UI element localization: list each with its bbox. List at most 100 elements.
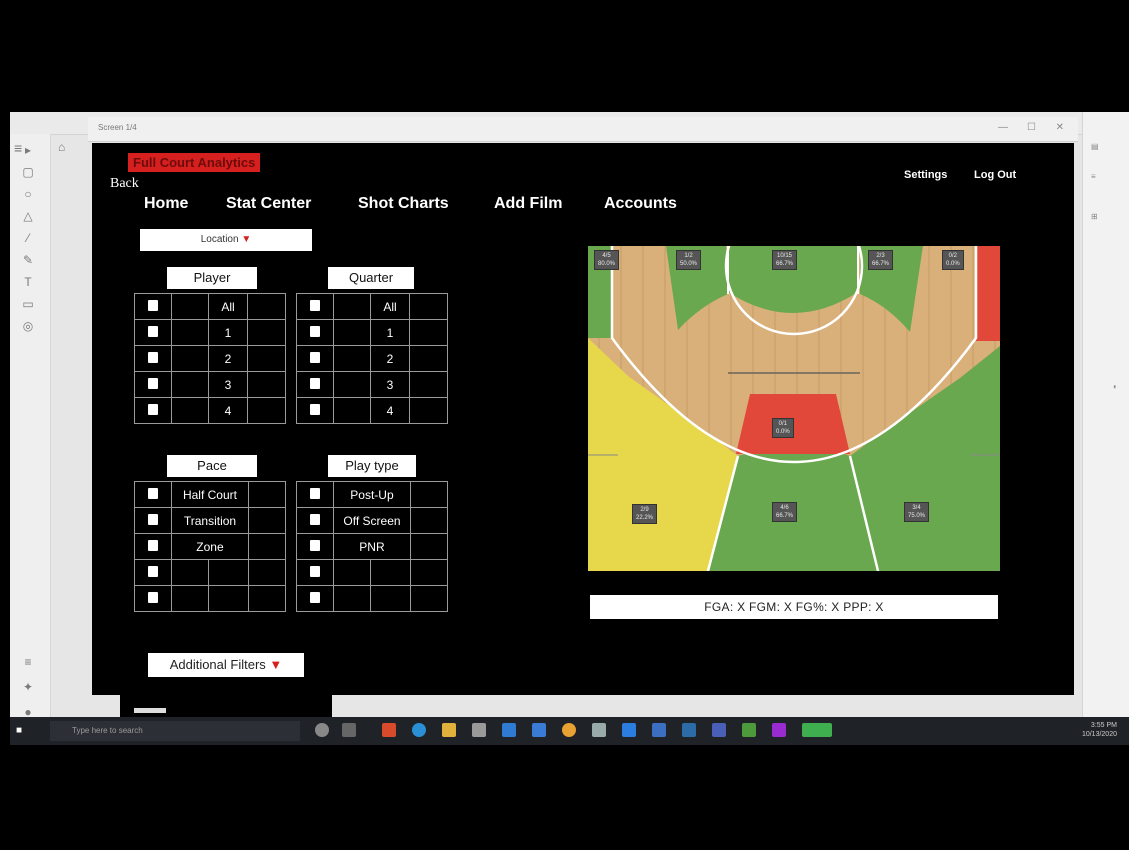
playtype-checkbox-post-up[interactable] — [310, 487, 321, 499]
windows-start-icon[interactable]: ■ — [16, 725, 28, 737]
quarter-checkbox-2[interactable] — [310, 351, 320, 363]
pointer-icon[interactable]: ▸ — [20, 142, 36, 158]
additional-filters-dropdown[interactable]: Additional Filters ▼ — [148, 653, 304, 677]
zone-label: 0/1 0.0% — [772, 418, 794, 438]
zone-label: 1/2 50.0% — [676, 250, 702, 270]
pace-filter-table: Half Court Transition Zone — [133, 481, 287, 612]
app-icon[interactable] — [742, 723, 756, 737]
pace-checkbox-empty-4[interactable] — [148, 565, 159, 577]
layers-icon[interactable]: ≡ — [20, 654, 36, 670]
edge-icon[interactable] — [412, 723, 426, 737]
explorer-icon[interactable] — [442, 723, 456, 737]
preview-handle[interactable] — [134, 708, 166, 713]
playtype-filter-table: Post-Up Off Screen PNR — [295, 481, 449, 612]
pace-checkbox-zone[interactable] — [148, 539, 159, 551]
triangle-icon[interactable]: △ — [20, 208, 36, 224]
back-link[interactable]: Back — [110, 176, 139, 192]
logout-link[interactable]: Log Out — [974, 169, 1016, 181]
player-checkbox-all[interactable] — [148, 299, 158, 311]
playtype-checkbox-pnr[interactable] — [310, 539, 321, 551]
system-tray-clock[interactable]: 3:55 PM 10/13/2020 — [1082, 721, 1117, 739]
table-row: Zone — [133, 533, 287, 560]
zone-label: 4/6 66.7% — [772, 502, 798, 522]
zone-made: 10/15 — [777, 253, 793, 259]
zone-made: 4/6 — [780, 505, 789, 511]
court-zone — [976, 246, 1000, 341]
zone-made: 4/5 — [602, 253, 611, 259]
taskview-icon[interactable] — [342, 723, 356, 737]
chrome-icon[interactable] — [562, 723, 576, 737]
zone-pct: 0.0% — [776, 429, 790, 435]
line-icon[interactable]: ⁄ — [20, 230, 36, 246]
app-icon[interactable] — [382, 723, 396, 737]
xd-icon[interactable] — [772, 723, 786, 737]
zoom-icon[interactable]: ◎ — [20, 318, 36, 334]
app-icon[interactable] — [682, 723, 696, 737]
pace-checkbox-transition[interactable] — [148, 513, 159, 525]
zone-label: 2/3 66.7% — [868, 250, 894, 270]
table-row: Half Court — [133, 481, 287, 508]
home-icon[interactable]: ⌂ — [58, 140, 65, 154]
quarter-checkbox-1[interactable] — [310, 325, 320, 337]
taskbar-search[interactable]: Type here to search — [50, 721, 300, 741]
nav-shot-charts[interactable]: Shot Charts — [358, 195, 449, 213]
settings-link[interactable]: Settings — [904, 169, 947, 181]
table-row — [133, 559, 287, 586]
location-dropdown[interactable]: Location ▼ — [140, 229, 312, 251]
playtype-option: Post-Up — [333, 481, 411, 508]
nav-add-film[interactable]: Add Film — [494, 195, 562, 213]
zone-pct: 0.0% — [946, 261, 960, 267]
player-checkbox-4[interactable] — [148, 403, 158, 415]
battery-icon[interactable] — [802, 723, 832, 737]
brand-logo[interactable]: Full Court Analytics — [128, 153, 261, 172]
player-checkbox-1[interactable] — [148, 325, 158, 337]
playtype-checkbox-empty-5[interactable] — [310, 591, 321, 603]
player-checkbox-3[interactable] — [148, 377, 158, 389]
menu-icon[interactable]: ≡ — [14, 140, 22, 156]
zone-pct: 22.2% — [636, 515, 654, 521]
plugin-icon[interactable]: ✦ — [20, 679, 36, 695]
nav-accounts[interactable]: Accounts — [604, 195, 677, 213]
pace-checkbox-half-court[interactable] — [148, 487, 159, 499]
zone-pct: 75.0% — [908, 513, 926, 519]
table-row: 3 — [134, 371, 286, 398]
circle-icon[interactable]: ○ — [20, 186, 36, 202]
location-label: Location — [200, 234, 239, 245]
app-icon[interactable] — [532, 723, 546, 737]
zone-made: 0/1 — [778, 421, 788, 427]
pace-option: Transition — [171, 507, 249, 534]
nav-home[interactable]: Home — [144, 195, 188, 213]
table-row: Transition — [133, 507, 287, 534]
close-icon[interactable]: ✕ — [1056, 122, 1064, 133]
app-icon[interactable] — [622, 723, 636, 737]
quarter-option: 3 — [370, 371, 410, 398]
player-option: 1 — [208, 319, 248, 346]
cortana-icon[interactable] — [315, 723, 329, 737]
zone-label: 2/9 22.2% — [632, 504, 658, 524]
zone-made: 3/4 — [912, 505, 921, 511]
table-row: PNR — [295, 533, 449, 560]
text-icon[interactable]: T — [20, 274, 36, 290]
quarter-checkbox-all[interactable] — [310, 299, 320, 311]
frame-icon[interactable]: ▢ — [20, 164, 36, 180]
shot-chart-court[interactable]: 4/5 80.0% 1/2 50.0% 10/15 66.7% 2/3 66.7% 0/… — [588, 246, 1000, 571]
nav-stat-center[interactable]: Stat Center — [226, 195, 311, 213]
pace-checkbox-empty-5[interactable] — [148, 591, 159, 603]
properties-panel: ▤ ≡ ⊞ ◐ — [1082, 112, 1129, 717]
minimize-icon[interactable]: — — [998, 122, 1008, 133]
store-icon[interactable] — [472, 723, 486, 737]
table-row: 2 — [296, 345, 448, 372]
pen-icon[interactable]: ✎ — [20, 252, 36, 268]
app-icon[interactable] — [592, 723, 606, 737]
image-icon[interactable]: ▭ — [20, 296, 36, 312]
playtype-checkbox-off-screen[interactable] — [310, 513, 321, 525]
mail-icon[interactable] — [502, 723, 516, 737]
quarter-checkbox-4[interactable] — [310, 403, 320, 415]
app-icon[interactable] — [712, 723, 726, 737]
zone-made: 2/3 — [876, 253, 885, 259]
player-checkbox-2[interactable] — [148, 351, 158, 363]
playtype-checkbox-empty-4[interactable] — [310, 565, 321, 577]
app-icon[interactable] — [652, 723, 666, 737]
maximize-icon[interactable]: ☐ — [1027, 122, 1036, 133]
quarter-checkbox-3[interactable] — [310, 377, 320, 389]
